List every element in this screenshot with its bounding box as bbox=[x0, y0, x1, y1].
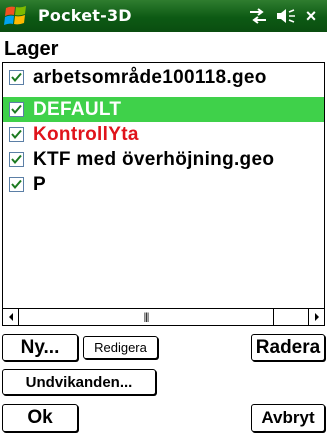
list-item[interactable]: KTF med överhöjning.geo bbox=[3, 147, 324, 172]
cancel-button[interactable]: Avbryt bbox=[251, 404, 325, 432]
layer-checkbox[interactable] bbox=[9, 177, 24, 192]
scrollbar-thumb[interactable]: ||| bbox=[19, 309, 274, 325]
avoidances-button[interactable]: Undvikanden... bbox=[2, 369, 156, 395]
windows-start-logo-icon[interactable] bbox=[3, 3, 29, 29]
app-title: Pocket-3D bbox=[38, 6, 132, 25]
volume-icon[interactable] bbox=[274, 5, 298, 27]
list-item[interactable]: KontrollYta bbox=[3, 122, 324, 147]
list-item[interactable]: arbetsområde100118.geo bbox=[3, 65, 324, 90]
edit-button[interactable]: Redigera bbox=[83, 336, 158, 359]
layer-name: KontrollYta bbox=[33, 124, 139, 145]
layer-name: arbetsområde100118.geo bbox=[33, 67, 267, 88]
ok-button[interactable]: Ok bbox=[2, 404, 78, 432]
layer-list[interactable]: arbetsområde100118.geo DEFAULT KontrollY… bbox=[2, 62, 325, 326]
layer-checkbox[interactable] bbox=[9, 102, 24, 117]
connectivity-icon[interactable] bbox=[246, 5, 270, 27]
new-button[interactable]: Ny... bbox=[2, 334, 78, 361]
layer-name: P bbox=[33, 174, 46, 195]
layer-checkbox[interactable] bbox=[9, 152, 24, 167]
layer-checkbox[interactable] bbox=[9, 127, 24, 142]
scroll-left-button[interactable] bbox=[3, 309, 19, 325]
list-item-selected[interactable]: DEFAULT bbox=[3, 97, 324, 122]
list-item[interactable]: P bbox=[3, 172, 324, 197]
arrow-left-icon bbox=[8, 313, 13, 321]
grip-icon: ||| bbox=[143, 311, 150, 323]
layer-name: KTF med överhöjning.geo bbox=[33, 149, 275, 170]
layer-name: DEFAULT bbox=[33, 99, 122, 120]
arrow-right-icon bbox=[314, 313, 319, 321]
title-bar: Pocket-3D × bbox=[0, 0, 327, 32]
page-title: Lager bbox=[4, 38, 59, 60]
horizontal-scrollbar[interactable]: ||| bbox=[3, 308, 324, 325]
scroll-right-button[interactable] bbox=[308, 309, 324, 325]
layer-checkbox[interactable] bbox=[9, 70, 24, 85]
delete-button[interactable]: Radera bbox=[251, 334, 325, 361]
close-button[interactable]: × bbox=[299, 5, 323, 27]
